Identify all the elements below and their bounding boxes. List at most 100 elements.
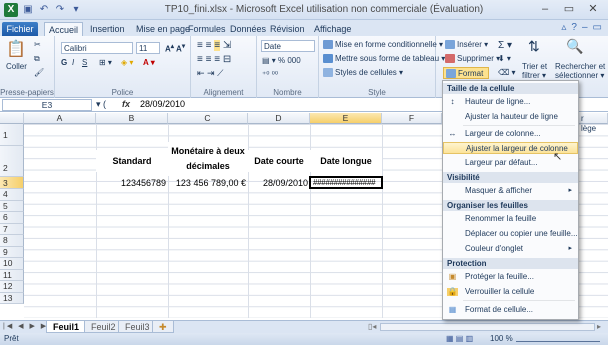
insert-button[interactable]: Insérer ▾	[445, 40, 488, 50]
align-center-icons[interactable]: ≡ ≡ ≡ ⊟	[197, 54, 231, 65]
filter-label[interactable]: filtrer ▾	[522, 71, 546, 80]
decimal-icons[interactable]: ⁺⁰ ⁰⁰	[262, 70, 278, 79]
autosum-icon[interactable]: Σ ▾	[498, 40, 512, 51]
undo-icon[interactable]: ↶	[38, 3, 50, 16]
row-header-5[interactable]: 5	[0, 200, 24, 212]
format-painter-icon[interactable]: 🖌	[34, 68, 44, 77]
horizontal-scroll-split[interactable]: ▯◂	[368, 322, 376, 331]
insert-function-icon[interactable]: fx	[122, 99, 130, 109]
cell-b3[interactable]: 123456789	[96, 178, 166, 188]
copy-icon[interactable]: ⧉	[34, 54, 40, 64]
sheet-tab-feuil3[interactable]: Feuil3	[118, 321, 157, 333]
name-box[interactable]: E3	[2, 99, 92, 111]
align-top-icons[interactable]: ≡ ≡ ≡ ⇲	[197, 40, 231, 51]
tab-file[interactable]: Fichier	[2, 22, 38, 36]
number-format-icons[interactable]: ▤ ▾ % 000	[262, 56, 301, 65]
col-header-d[interactable]: D	[248, 113, 310, 124]
maximize-icon[interactable]: ▭	[558, 2, 580, 17]
clear-icon[interactable]: ⌫ ▾	[498, 68, 516, 77]
menu-item-format-cells[interactable]: ▦ Format de cellule...	[443, 304, 578, 316]
menu-item-rename[interactable]: Renommer la feuille	[443, 213, 578, 225]
delete-button[interactable]: Supprimer ▾	[445, 54, 500, 64]
cut-icon[interactable]: ✂	[34, 40, 41, 49]
row-header-4[interactable]: 4	[0, 189, 24, 201]
number-format-combo[interactable]: Date	[261, 40, 315, 52]
col-header-c[interactable]: C	[168, 113, 248, 124]
font-size-combo[interactable]: 11	[136, 42, 160, 54]
sort-filter-label[interactable]: Trier et	[522, 62, 547, 71]
border-icon[interactable]: ⊞ ▾	[99, 58, 112, 67]
close-icon[interactable]: ✕	[582, 2, 604, 17]
excel-app-icon[interactable]: X	[4, 3, 18, 17]
tab-insert[interactable]: Insertion	[86, 22, 129, 36]
bold-icon[interactable]: G	[61, 58, 67, 67]
save-icon[interactable]: ▣	[22, 3, 34, 16]
restore-doc-icon[interactable]: ▭	[593, 22, 602, 33]
row-header-1[interactable]: 1	[0, 124, 24, 146]
name-box-dropdown-icon[interactable]: ▾ (	[96, 99, 106, 110]
sheet-tab-feuil1[interactable]: Feuil1	[46, 321, 87, 333]
formula-input[interactable]: 28/09/2010	[140, 99, 185, 109]
zoom-slider[interactable]	[516, 335, 600, 342]
select-label[interactable]: sélectionner ▾	[555, 71, 604, 80]
cell-b2[interactable]: Standard	[96, 150, 168, 172]
row-header-8[interactable]: 8	[0, 235, 24, 247]
view-buttons[interactable]: ▦ ▤ ▥	[446, 333, 473, 345]
menu-item-move-copy[interactable]: Déplacer ou copier une feuille...	[443, 228, 578, 240]
row-header-9[interactable]: 9	[0, 246, 24, 258]
format-button[interactable]: Format ▾	[443, 67, 489, 89]
fill-icon[interactable]: ⬇ ▾	[498, 54, 511, 63]
scroll-right-icon[interactable]: ▸	[597, 322, 601, 331]
cell-c3[interactable]: 123 456 789,00 €	[168, 178, 246, 188]
menu-item-col-width[interactable]: ↔ Largeur de colonne...	[443, 128, 578, 140]
font-color-icon[interactable]: A ▾	[143, 58, 155, 67]
conditional-format-button[interactable]: Mise en forme conditionnelle ▾	[323, 40, 443, 50]
new-sheet-icon[interactable]: ✚	[152, 321, 174, 333]
row-header-13[interactable]: 13	[0, 292, 24, 304]
cell-d3[interactable]: 28/09/2010	[248, 178, 308, 188]
select-all-corner[interactable]	[0, 113, 24, 124]
redo-icon[interactable]: ↷	[54, 3, 66, 16]
row-header-11[interactable]: 11	[0, 269, 24, 281]
fill-color-icon[interactable]: ◈ ▾	[121, 58, 133, 67]
row-header-7[interactable]: 7	[0, 223, 24, 235]
menu-item-row-height[interactable]: ↕ Hauteur de ligne...	[443, 96, 578, 108]
row-header-12[interactable]: 12	[0, 281, 24, 293]
menu-item-default-width[interactable]: Largeur par défaut...	[443, 157, 578, 169]
col-header-b[interactable]: B	[96, 113, 168, 124]
tab-formulas[interactable]: Formules	[184, 22, 230, 36]
sort-filter-icon[interactable]: ⇅	[528, 38, 540, 55]
sheet-nav-icons[interactable]: |◀ ◀ ▶ ▶|	[3, 322, 52, 330]
paste-icon[interactable]: 📋	[6, 39, 26, 59]
cell-e2[interactable]: Date longue	[310, 150, 382, 172]
menu-item-autofit-row[interactable]: Ajuster la hauteur de ligne	[443, 111, 578, 123]
cell-d2[interactable]: Date courte	[248, 150, 310, 172]
col-header-f[interactable]: F	[382, 113, 442, 124]
indent-icons[interactable]: ⇤ ⇥ ⟋	[197, 68, 223, 79]
find-select-icon[interactable]: 🔍	[566, 38, 583, 55]
col-header-e[interactable]: E	[310, 113, 382, 124]
minimize-icon[interactable]: –	[534, 2, 556, 17]
zoom-level[interactable]: 100 %	[490, 333, 513, 345]
horizontal-scrollbar[interactable]	[380, 323, 595, 331]
row-header-2[interactable]: 2	[0, 146, 24, 177]
sheet-tab-feuil2[interactable]: Feuil2	[84, 321, 123, 333]
underline-icon[interactable]: S	[82, 58, 87, 67]
tab-data[interactable]: Données	[226, 22, 270, 36]
paste-button[interactable]: Coller	[6, 62, 27, 71]
row-header-10[interactable]: 10	[0, 258, 24, 270]
row-header-3[interactable]: 3	[0, 177, 24, 189]
help-icon[interactable]: ?	[571, 22, 577, 33]
menu-item-protect-sheet[interactable]: ▣ Protéger la feuille...	[443, 271, 578, 283]
col-header-a[interactable]: A	[24, 113, 96, 124]
menu-item-lock-cell[interactable]: 🔒 Verrouiller la cellule	[443, 286, 578, 298]
cell-styles-button[interactable]: Styles de cellules ▾	[323, 68, 403, 78]
italic-icon[interactable]: I	[72, 58, 74, 67]
tab-view[interactable]: Affichage	[310, 22, 355, 36]
find-select-label[interactable]: Rechercher et	[555, 62, 605, 71]
menu-item-hide-show[interactable]: Masquer & afficher ▸	[443, 185, 578, 197]
table-format-button[interactable]: Mettre sous forme de tableau ▾	[323, 54, 445, 64]
minimize-ribbon-icon[interactable]: ▵	[561, 22, 566, 33]
menu-item-tab-color[interactable]: Couleur d'onglet ▸	[443, 243, 578, 255]
minimize-doc-icon[interactable]: –	[582, 22, 588, 33]
